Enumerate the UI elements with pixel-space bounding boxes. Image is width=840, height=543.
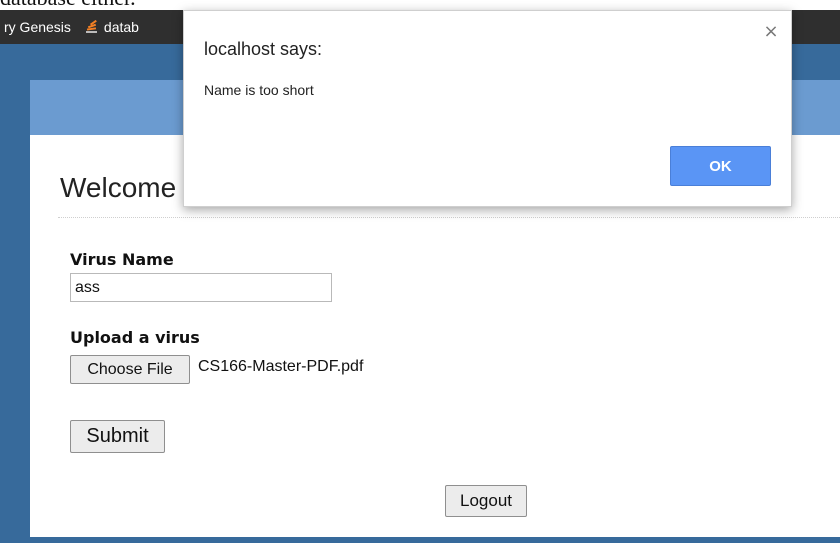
bookmark-label: datab: [103, 19, 139, 35]
logout-button[interactable]: Logout: [445, 485, 527, 517]
selected-file-name: CS166-Master-PDF.pdf: [198, 358, 364, 375]
page-top-text-fragment: database either.: [0, 0, 840, 10]
dialog-title: localhost says:: [204, 39, 323, 59]
close-icon[interactable]: ×: [762, 23, 780, 41]
submit-button[interactable]: Submit: [70, 420, 165, 453]
divider: [58, 217, 840, 218]
choose-file-button[interactable]: Choose File: [70, 355, 190, 384]
welcome-heading: Welcome: [60, 172, 177, 203]
stack-icon: [85, 19, 98, 34]
bookmark-genesis[interactable]: ry Genesis: [4, 19, 71, 35]
dialog-message: Name is too short: [204, 82, 314, 98]
virus-name-label: Virus Name: [70, 250, 174, 269]
upload-label: Upload a virus: [70, 328, 200, 347]
page-top-text: database either.: [0, 0, 136, 10]
bookmark-label: ry Genesis: [4, 19, 71, 35]
alert-dialog: localhost says: Name is too short × OK: [183, 10, 792, 207]
virus-name-input[interactable]: [70, 273, 332, 302]
ok-button[interactable]: OK: [670, 146, 771, 186]
bookmark-database[interactable]: datab: [85, 19, 139, 35]
